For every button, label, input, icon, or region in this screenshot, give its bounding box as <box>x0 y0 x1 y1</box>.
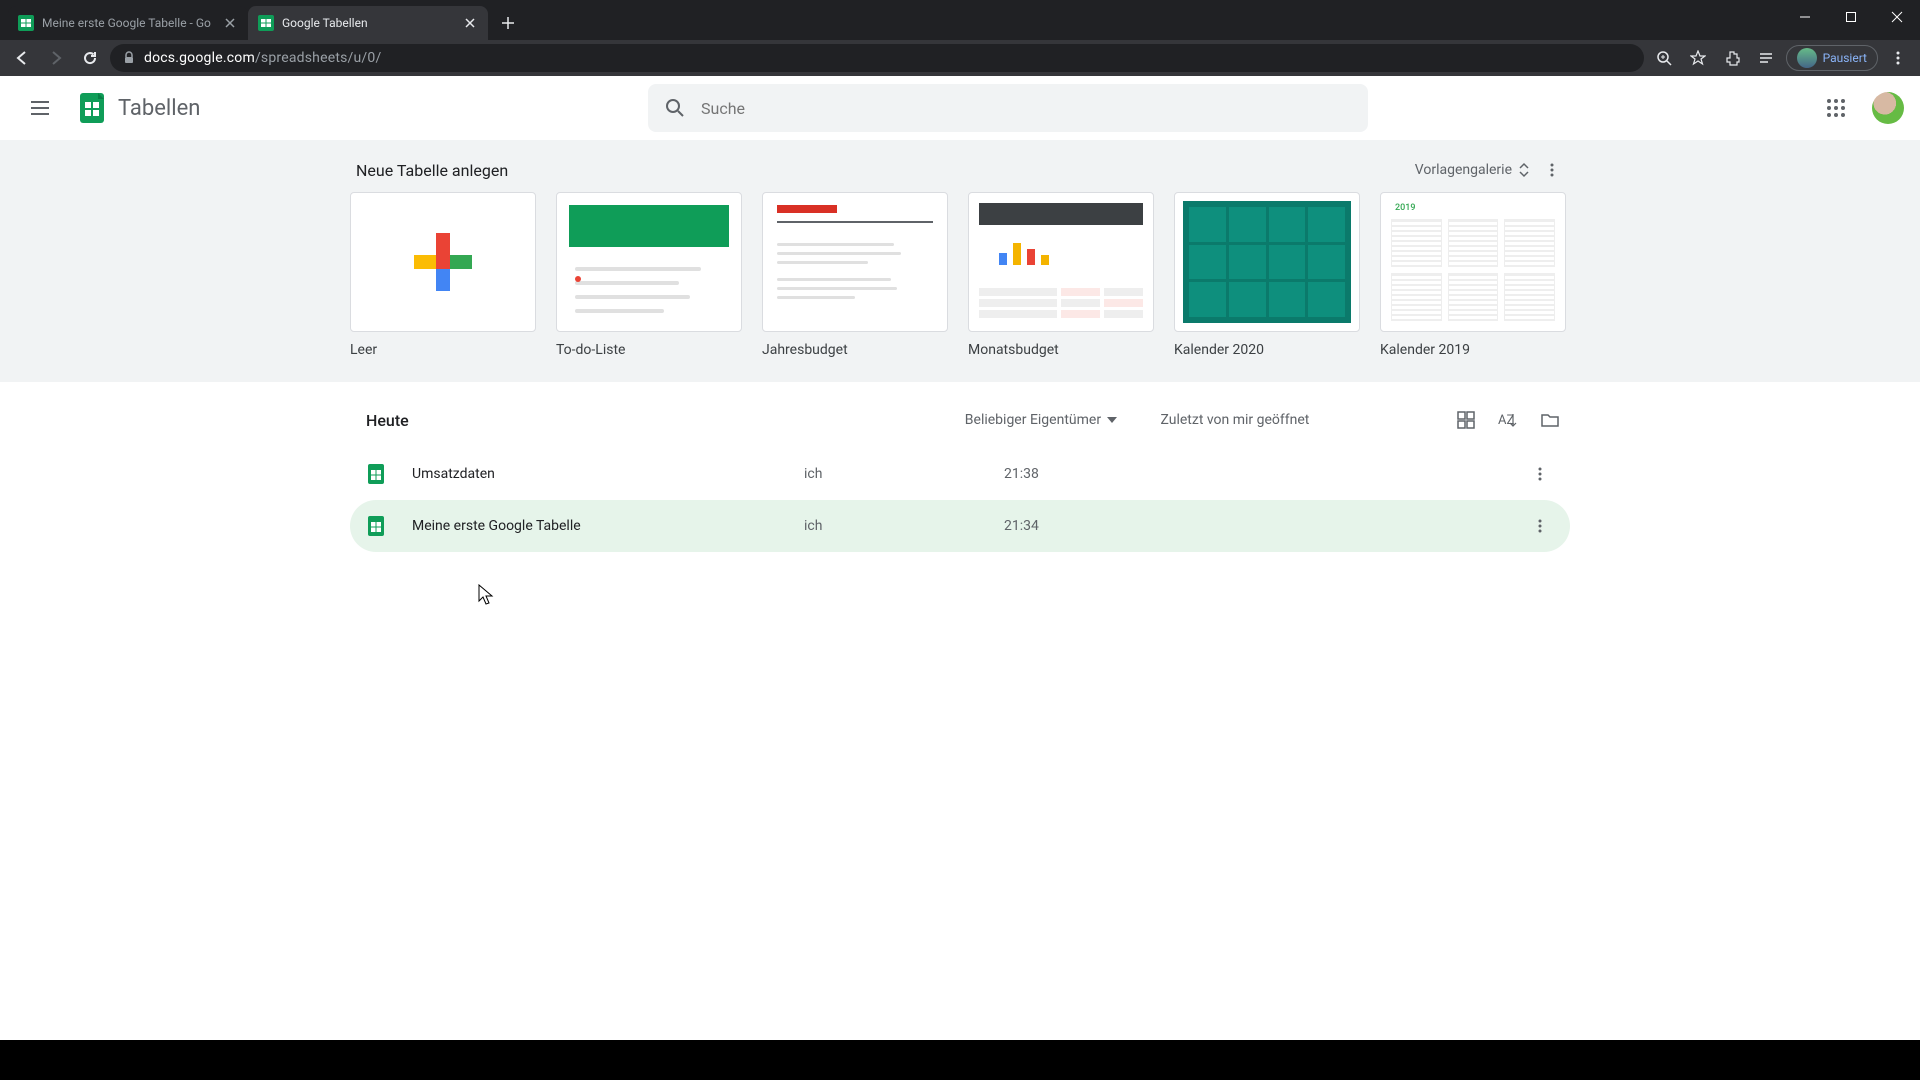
template-calendar-2019[interactable]: 2019 Kalender 2019 <box>1380 192 1566 358</box>
doc-more-button[interactable] <box>1532 518 1556 534</box>
nav-reload-button[interactable] <box>76 44 104 72</box>
doc-owner: ich <box>804 466 1004 482</box>
template-calendar-2020[interactable]: Kalender 2020 <box>1174 192 1360 358</box>
sheets-file-icon <box>364 462 388 486</box>
address-bar[interactable]: docs.google.com/spreadsheets/u/0/ <box>110 44 1644 72</box>
new-sheet-title: Neue Tabelle anlegen <box>356 161 508 180</box>
browser-tab[interactable]: Meine erste Google Tabelle - Go <box>8 6 248 40</box>
extensions-icon[interactable] <box>1718 44 1746 72</box>
zoom-icon[interactable] <box>1650 44 1678 72</box>
sheets-favicon-icon <box>258 15 274 31</box>
url-text: docs.google.com/spreadsheets/u/0/ <box>144 50 381 66</box>
template-monthly-budget[interactable]: Monatsbudget <box>968 192 1154 358</box>
main-menu-button[interactable] <box>16 84 64 132</box>
profile-label: Pausiert <box>1823 51 1867 65</box>
profile-avatar-icon <box>1797 48 1817 68</box>
template-gallery-strip: Neue Tabelle anlegen Vorlagengalerie Lee… <box>0 140 1920 382</box>
template-label: Kalender 2019 <box>1380 342 1566 358</box>
template-todo[interactable]: To-do-Liste <box>556 192 742 358</box>
template-label: Leer <box>350 342 536 358</box>
app-title: Tabellen <box>118 96 200 121</box>
template-label: To-do-Liste <box>556 342 742 358</box>
sheets-logo-icon[interactable] <box>72 88 112 128</box>
doc-name: Meine erste Google Tabelle <box>412 518 804 534</box>
template-label: Kalender 2020 <box>1174 342 1360 358</box>
year-badge: 2019 <box>1395 203 1415 213</box>
profile-chip[interactable]: Pausiert <box>1786 45 1878 71</box>
template-yearly-budget[interactable]: Jahresbudget <box>762 192 948 358</box>
open-folder-button[interactable] <box>1538 408 1562 432</box>
browser-toolbar: docs.google.com/spreadsheets/u/0/ Pausie… <box>0 40 1920 76</box>
gallery-label: Vorlagengalerie <box>1415 162 1512 178</box>
owner-filter-label: Beliebiger Eigentümer <box>965 412 1101 428</box>
lock-icon <box>122 51 136 65</box>
bookmark-star-icon[interactable] <box>1684 44 1712 72</box>
doc-more-button[interactable] <box>1532 466 1556 482</box>
chrome-menu-icon[interactable] <box>1884 44 1912 72</box>
account-avatar[interactable] <box>1872 92 1904 124</box>
sort-az-button[interactable]: AZ <box>1496 408 1520 432</box>
search-input[interactable] <box>701 99 1352 118</box>
doc-time: 21:34 <box>1004 518 1304 534</box>
sheets-file-icon <box>364 514 388 538</box>
owner-filter-dropdown[interactable]: Beliebiger Eigentümer <box>965 412 1161 428</box>
app-header: Tabellen <box>0 76 1920 140</box>
tab-title: Google Tabellen <box>282 16 454 30</box>
template-blank[interactable]: Leer <box>350 192 536 358</box>
tab-title: Meine erste Google Tabelle - Go <box>42 16 214 30</box>
sheets-favicon-icon <box>18 15 34 31</box>
docs-list-header: Heute Beliebiger Eigentümer Zuletzt von … <box>350 400 1570 448</box>
window-minimize-button[interactable] <box>1782 0 1828 34</box>
tab-close-icon[interactable] <box>462 15 478 31</box>
nav-back-button[interactable] <box>8 44 36 72</box>
doc-name: Umsatzdaten <box>412 466 804 482</box>
window-close-button[interactable] <box>1874 0 1920 34</box>
plus-icon <box>414 233 472 291</box>
reading-list-icon[interactable] <box>1752 44 1780 72</box>
doc-row[interactable]: Umsatzdaten ich 21:38 <box>350 448 1570 500</box>
doc-time: 21:38 <box>1004 466 1304 482</box>
google-apps-button[interactable] <box>1816 88 1856 128</box>
template-label: Monatsbudget <box>968 342 1154 358</box>
sort-label[interactable]: Zuletzt von mir geöffnet <box>1160 412 1454 428</box>
browser-tab[interactable]: Google Tabellen <box>248 6 488 40</box>
new-tab-button[interactable] <box>494 9 522 37</box>
nav-forward-button[interactable] <box>42 44 70 72</box>
dropdown-arrow-icon <box>1107 417 1117 423</box>
windows-taskbar[interactable] <box>0 1040 1920 1080</box>
doc-owner: ich <box>804 518 1004 534</box>
window-maximize-button[interactable] <box>1828 0 1874 34</box>
template-label: Jahresbudget <box>762 342 948 358</box>
tab-close-icon[interactable] <box>222 15 238 31</box>
unfold-icon <box>1518 162 1530 178</box>
template-gallery-button[interactable]: Vorlagengalerie <box>1413 156 1532 184</box>
search-icon <box>664 97 685 119</box>
template-more-button[interactable] <box>1540 158 1564 182</box>
search-bar[interactable] <box>648 84 1368 132</box>
doc-row[interactable]: Meine erste Google Tabelle ich 21:34 <box>350 500 1570 552</box>
docs-section-title: Heute <box>358 411 779 430</box>
grid-view-button[interactable] <box>1454 408 1478 432</box>
browser-tabstrip: Meine erste Google Tabelle - Go Google T… <box>0 0 1920 40</box>
